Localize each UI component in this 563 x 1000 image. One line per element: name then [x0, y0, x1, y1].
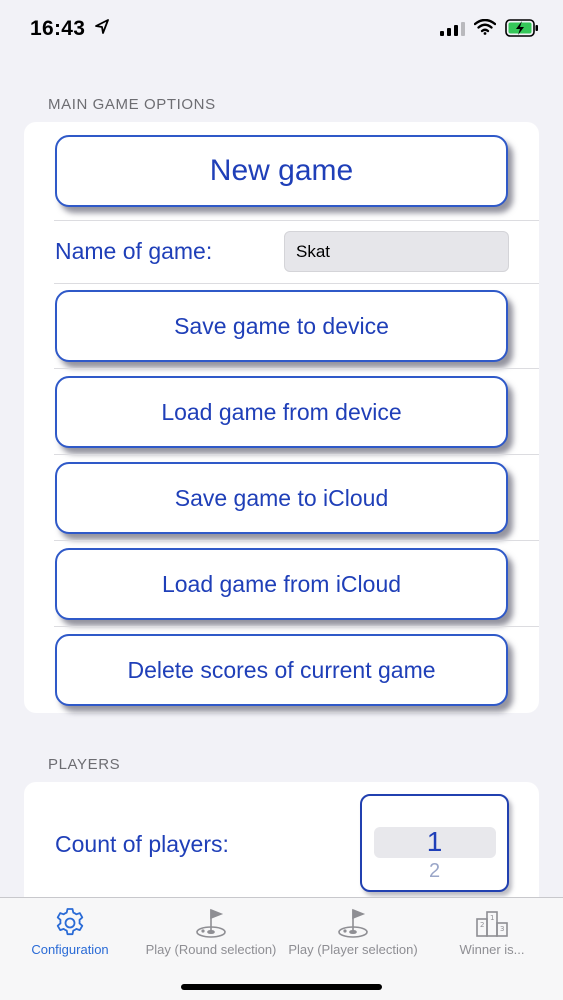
- tab-configuration[interactable]: Configuration: [10, 898, 130, 968]
- home-indicator: [181, 984, 382, 990]
- svg-text:1: 1: [490, 914, 494, 922]
- golf-flag-icon: [196, 908, 226, 938]
- location-arrow-icon: [95, 19, 109, 34]
- game-name-input[interactable]: Skat: [284, 231, 509, 272]
- picker-selected-value[interactable]: 1: [362, 826, 507, 858]
- row-divider: [54, 454, 539, 455]
- tab-winner[interactable]: 1 2 3 Winner is...: [432, 898, 552, 968]
- cellular-signal-icon: [440, 22, 465, 36]
- player-count-picker[interactable]: 1 2: [360, 794, 509, 892]
- new-game-button[interactable]: New game: [55, 135, 508, 207]
- row-divider: [54, 283, 539, 284]
- player-count-label: Count of players:: [55, 831, 229, 857]
- status-bar: 16:43: [0, 0, 563, 58]
- battery-charging-icon: [505, 19, 538, 37]
- game-name-label: Name of game:: [55, 238, 213, 264]
- tab-label: Play (Round selection): [145, 942, 277, 957]
- players-header: PLAYERS: [48, 756, 121, 773]
- main-options-card: New game Name of game: Skat Save game to…: [24, 122, 539, 713]
- gear-icon: [56, 908, 84, 936]
- main-options-header: MAIN GAME OPTIONS: [48, 96, 216, 113]
- row-divider: [54, 540, 539, 541]
- tab-play-round-selection[interactable]: Play (Round selection): [140, 898, 282, 968]
- row-divider: [54, 368, 539, 369]
- wifi-icon: [474, 19, 496, 35]
- save-game-device-button[interactable]: Save game to device: [55, 290, 508, 362]
- delete-scores-button[interactable]: Delete scores of current game: [55, 634, 508, 706]
- podium-icon: 1 2 3: [476, 911, 508, 937]
- svg-text:3: 3: [500, 925, 504, 933]
- load-game-device-button[interactable]: Load game from device: [55, 376, 508, 448]
- tab-play-player-selection[interactable]: Play (Player selection): [282, 898, 424, 968]
- load-game-icloud-button[interactable]: Load game from iCloud: [55, 548, 508, 620]
- picker-next-value[interactable]: 2: [362, 860, 507, 883]
- row-divider: [54, 220, 539, 221]
- tab-label: Configuration: [31, 942, 109, 957]
- golf-flag-icon: [338, 908, 368, 938]
- players-card: Count of players: 1 2: [24, 782, 539, 897]
- svg-text:2: 2: [480, 921, 484, 929]
- status-time: 16:43: [30, 17, 86, 40]
- save-game-icloud-button[interactable]: Save game to iCloud: [55, 462, 508, 534]
- tab-label: Winner is...: [459, 942, 525, 957]
- tab-label: Play (Player selection): [288, 942, 418, 957]
- row-divider: [54, 626, 539, 627]
